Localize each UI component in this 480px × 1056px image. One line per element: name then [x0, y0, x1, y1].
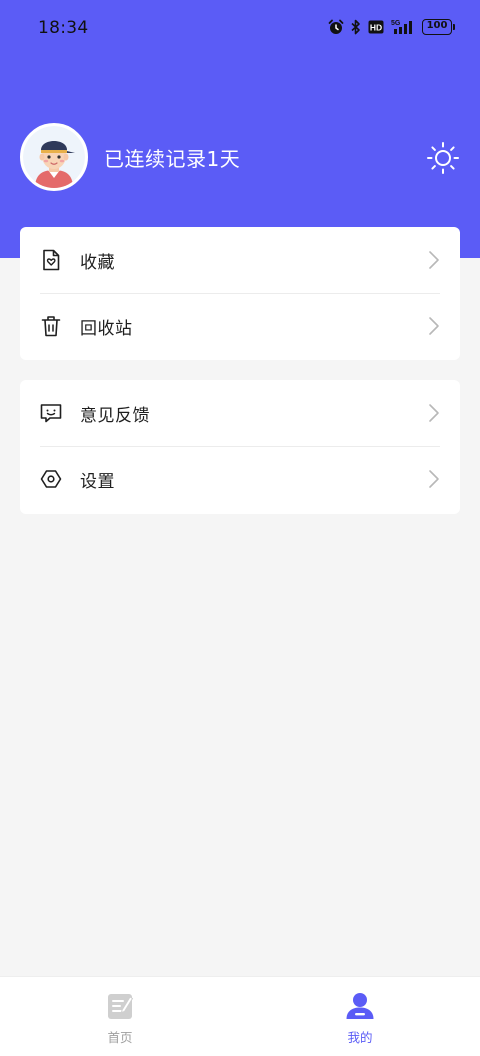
status-bar: 18:34 HD 5G 100 — [0, 0, 480, 58]
chevron-right-icon — [429, 317, 439, 335]
chevron-right-icon — [429, 470, 439, 488]
user-icon — [346, 993, 374, 1019]
tab-label: 首页 — [107, 1030, 133, 1045]
menu-item-label: 回收站 — [80, 319, 133, 339]
hd-icon: HD — [368, 20, 384, 34]
status-time: 18:34 — [38, 18, 89, 38]
trash-icon — [41, 316, 61, 337]
avatar-image — [23, 126, 85, 188]
menu-card-secondary: 意见反馈 设置 — [20, 380, 460, 514]
network-label: 5G — [391, 20, 401, 27]
menu-item-label: 设置 — [80, 472, 115, 492]
alarm-icon — [328, 19, 344, 34]
menu-item-recycle-bin[interactable]: 回收站 — [20, 293, 460, 359]
profile-header: 已连续记录1天 — [20, 123, 460, 191]
tab-label: 我的 — [347, 1030, 373, 1045]
menu-item-label: 收藏 — [80, 253, 115, 273]
signal-icon: 5G — [391, 20, 412, 34]
favorite-doc-icon — [43, 249, 60, 271]
feedback-icon — [40, 404, 62, 423]
theme-toggle-button[interactable] — [426, 141, 460, 175]
battery-icon: 100 — [422, 19, 455, 35]
menu-item-label: 意见反馈 — [80, 406, 150, 426]
tab-mine[interactable]: 我的 — [240, 977, 480, 1056]
menu-item-favorites[interactable]: 收藏 — [20, 227, 460, 293]
bluetooth-icon — [351, 19, 360, 35]
chevron-right-icon — [429, 404, 439, 422]
chevron-right-icon — [429, 251, 439, 269]
note-icon — [108, 994, 134, 1019]
menu-item-feedback[interactable]: 意见反馈 — [20, 380, 460, 446]
streak-text: 已连续记录1天 — [104, 147, 241, 171]
avatar[interactable] — [20, 123, 88, 191]
menu-item-settings[interactable]: 设置 — [20, 446, 460, 512]
status-icons: HD 5G 100 — [328, 19, 455, 35]
bottom-tab-bar: 首页 我的 — [0, 976, 480, 1056]
tab-home[interactable]: 首页 — [0, 977, 240, 1056]
menu-card-primary: 收藏 回收站 — [20, 227, 460, 360]
sun-icon — [427, 142, 459, 174]
settings-icon — [40, 470, 62, 488]
svg-text:HD: HD — [370, 23, 382, 33]
